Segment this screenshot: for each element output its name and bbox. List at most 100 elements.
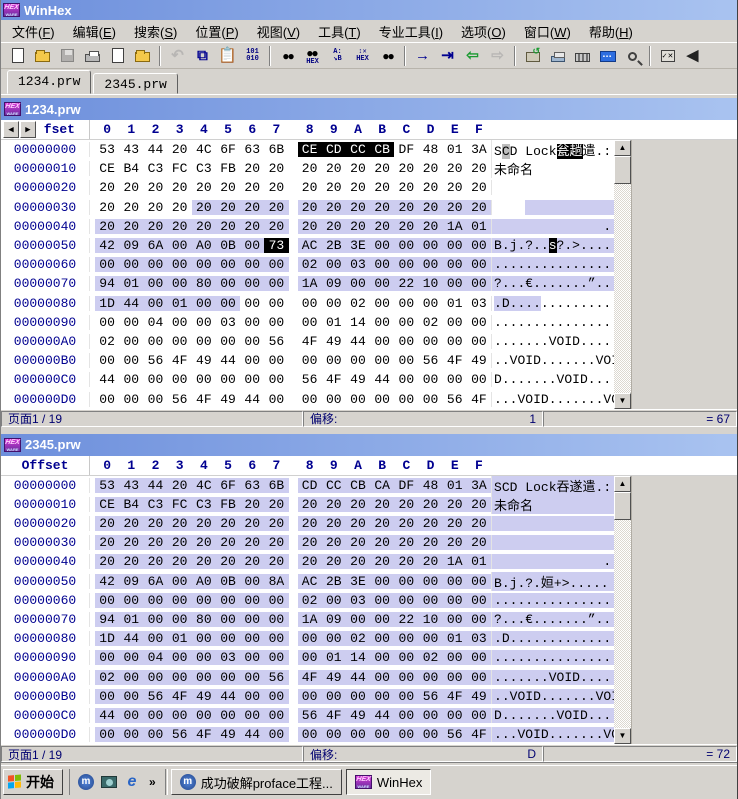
ascii-text-cell[interactable]: .D.............. xyxy=(491,296,625,311)
replace-text-button[interactable]: A:↘B xyxy=(326,45,349,67)
hex-byte[interactable]: 04 xyxy=(143,315,167,330)
ascii-text-cell[interactable]: .D.............. xyxy=(491,631,625,646)
hex-byte[interactable]: 00 xyxy=(240,315,264,330)
hex-byte[interactable]: 6A xyxy=(143,574,167,589)
hex-byte[interactable]: 01 xyxy=(119,612,143,627)
menu-item-1[interactable]: 文件(F) xyxy=(3,19,64,44)
hex-byte[interactable]: 00 xyxy=(240,670,264,685)
ascii-text-cell[interactable]: D.......VOID.... xyxy=(491,708,625,723)
hex-byte[interactable]: 42 xyxy=(95,574,119,589)
hex-byte[interactable]: 00 xyxy=(240,372,264,387)
hex-byte[interactable]: 00 xyxy=(370,334,394,349)
hex-byte[interactable]: 02 xyxy=(418,650,442,665)
ascii-text-cell[interactable] xyxy=(491,535,625,550)
hex-dump-area[interactable]: 00000000534344204C6F636BCDCCCBCADF48013A… xyxy=(1,476,614,745)
hex-byte[interactable]: 00 xyxy=(240,334,264,349)
hex-byte[interactable]: 00 xyxy=(95,727,119,742)
hex-byte[interactable]: 20 xyxy=(264,180,288,195)
hex-byte[interactable]: 43 xyxy=(119,478,143,493)
hex-byte[interactable]: 00 xyxy=(467,670,491,685)
hex-byte[interactable]: 48 xyxy=(418,142,442,157)
hex-byte[interactable]: 20 xyxy=(119,535,143,550)
hex-byte[interactable]: 20 xyxy=(370,219,394,234)
hex-byte[interactable]: 20 xyxy=(346,219,370,234)
hex-byte[interactable]: 00 xyxy=(143,296,167,311)
hex-byte[interactable]: 4F xyxy=(443,689,467,704)
hex-byte[interactable]: 00 xyxy=(443,574,467,589)
hex-byte[interactable]: 00 xyxy=(370,257,394,272)
hex-byte[interactable]: 00 xyxy=(322,257,346,272)
hex-byte[interactable]: 20 xyxy=(240,219,264,234)
hex-byte[interactable]: 00 xyxy=(216,296,240,311)
hex-byte[interactable]: 00 xyxy=(216,257,240,272)
hex-byte[interactable]: 80 xyxy=(192,612,216,627)
hex-byte[interactable]: 20 xyxy=(143,535,167,550)
hex-byte[interactable]: 00 xyxy=(192,315,216,330)
hex-byte[interactable]: 00 xyxy=(143,372,167,387)
hex-byte[interactable]: 00 xyxy=(240,353,264,368)
ascii-text-cell[interactable]: ................ xyxy=(491,315,625,330)
hex-byte[interactable]: 20 xyxy=(370,497,394,512)
hex-byte[interactable]: 00 xyxy=(168,334,192,349)
hex-byte[interactable]: 00 xyxy=(418,574,442,589)
hex-byte[interactable]: 02 xyxy=(95,334,119,349)
hex-byte[interactable]: 00 xyxy=(394,353,418,368)
ascii-text-cell[interactable] xyxy=(491,200,625,215)
hex-byte[interactable]: C3 xyxy=(192,161,216,176)
hex-byte[interactable]: 02 xyxy=(298,257,322,272)
hex-byte[interactable]: 4F xyxy=(298,334,322,349)
hex-byte[interactable]: 20 xyxy=(418,180,442,195)
hex-byte[interactable]: 44 xyxy=(95,372,119,387)
hex-byte[interactable]: AC xyxy=(298,574,322,589)
hex-byte[interactable]: 02 xyxy=(418,315,442,330)
hex-byte[interactable]: 20 xyxy=(264,200,288,215)
hex-byte[interactable]: 20 xyxy=(168,200,192,215)
hex-byte[interactable]: 20 xyxy=(418,497,442,512)
hex-byte[interactable]: 00 xyxy=(370,296,394,311)
hex-byte[interactable]: 20 xyxy=(119,554,143,569)
hex-byte[interactable]: 6F xyxy=(216,142,240,157)
hex-byte[interactable]: 00 xyxy=(467,334,491,349)
hex-byte[interactable]: 00 xyxy=(443,238,467,253)
print-button[interactable] xyxy=(81,45,104,67)
task-button-1[interactable]: m成功破解proface工程... xyxy=(171,769,342,795)
hex-byte[interactable]: 20 xyxy=(240,554,264,569)
hex-byte[interactable]: 20 xyxy=(143,516,167,531)
hex-byte[interactable]: 20 xyxy=(95,200,119,215)
hex-byte[interactable]: 20 xyxy=(168,554,192,569)
hex-byte[interactable]: 20 xyxy=(298,516,322,531)
hex-byte[interactable]: 1A xyxy=(298,612,322,627)
hex-byte[interactable]: 20 xyxy=(322,200,346,215)
hex-byte[interactable]: 00 xyxy=(467,708,491,723)
hex-byte[interactable]: 00 xyxy=(394,727,418,742)
hex-byte[interactable]: 3E xyxy=(346,574,370,589)
hex-byte[interactable]: 20 xyxy=(394,200,418,215)
hex-byte[interactable]: 00 xyxy=(95,650,119,665)
hex-byte[interactable]: 4F xyxy=(168,689,192,704)
hex-byte[interactable]: 20 xyxy=(443,497,467,512)
hex-byte[interactable]: 00 xyxy=(394,650,418,665)
hex-byte[interactable]: FC xyxy=(168,497,192,512)
hex-byte[interactable]: 00 xyxy=(95,593,119,608)
scroll-up-button[interactable]: ▲ xyxy=(614,476,631,492)
menu-item-6[interactable]: 工具(T) xyxy=(309,19,370,44)
hex-byte[interactable]: 44 xyxy=(346,334,370,349)
file-properties-button[interactable] xyxy=(106,45,129,67)
hex-byte[interactable]: 44 xyxy=(95,708,119,723)
hex-byte[interactable]: 49 xyxy=(346,708,370,723)
hex-byte[interactable]: 00 xyxy=(119,392,143,407)
hex-byte[interactable]: 44 xyxy=(370,372,394,387)
hex-byte[interactable]: 80 xyxy=(192,276,216,291)
hex-byte[interactable]: 00 xyxy=(143,392,167,407)
hex-byte[interactable]: 20 xyxy=(192,554,216,569)
main-titlebar[interactable]: HEXWARE WinHex xyxy=(1,0,737,20)
hex-byte[interactable]: 00 xyxy=(192,296,216,311)
hex-byte[interactable]: 00 xyxy=(264,392,288,407)
hex-byte[interactable]: 00 xyxy=(467,593,491,608)
hex-byte[interactable]: 00 xyxy=(240,296,264,311)
hex-byte[interactable]: AC xyxy=(298,238,322,253)
hex-byte[interactable]: 20 xyxy=(264,497,288,512)
hex-byte[interactable]: 20 xyxy=(322,535,346,550)
ascii-text-cell[interactable]: ?...€.......”... xyxy=(491,276,625,291)
hex-byte[interactable]: 44 xyxy=(216,353,240,368)
